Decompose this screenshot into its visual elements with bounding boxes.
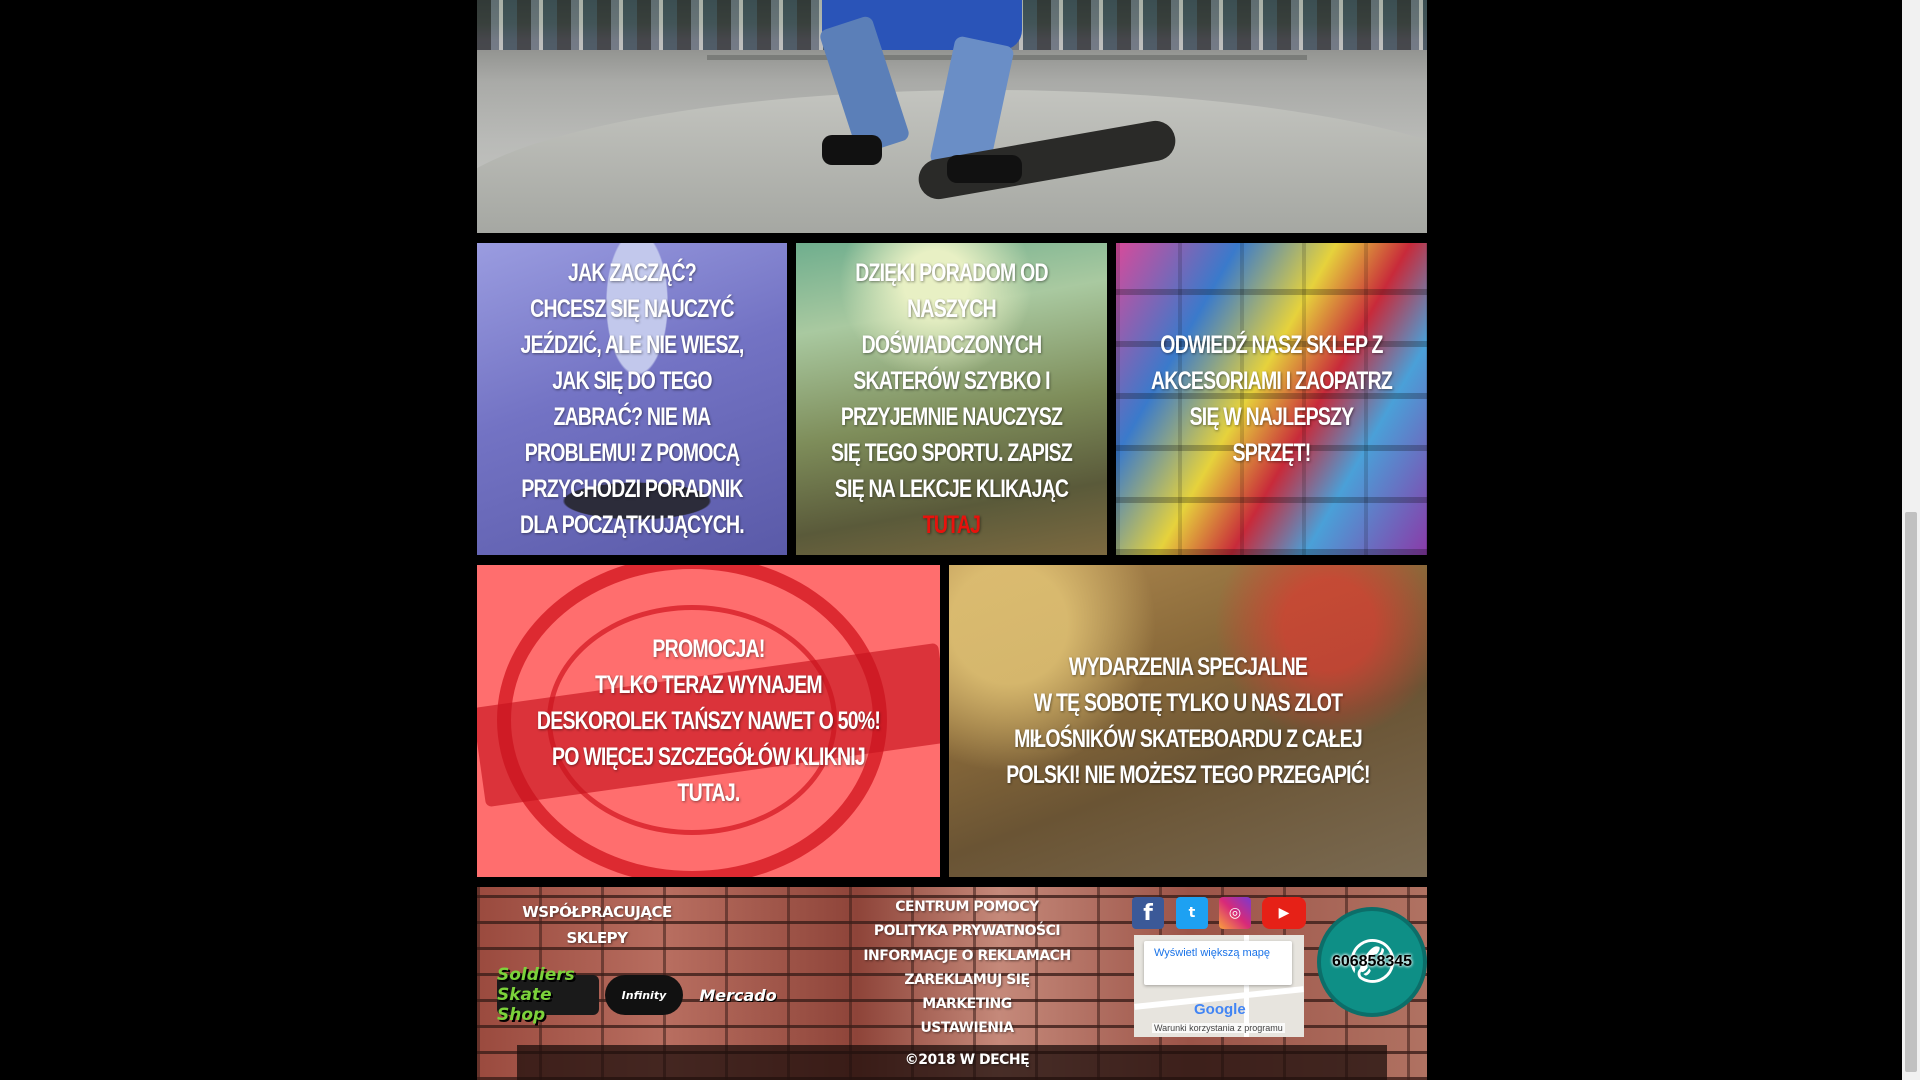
tile-title: JAK ZACZĄĆ? [568, 259, 697, 287]
tile-text: PO WIĘCEJ SZCZEGÓŁÓW KLIKNIJ TUTAJ. [552, 743, 866, 807]
instagram-icon[interactable]: ◎ [1219, 897, 1251, 929]
footer: WSPÓŁPRACUJĄCE SKLEPY Soldiers Skate Sho… [477, 887, 1427, 1080]
google-logo: Google [1194, 1001, 1246, 1018]
footer-link-marketing[interactable]: MARKETING [807, 992, 1127, 1016]
tile-text: DZIĘKI PORADOM OD NASZYCH DOŚWIADCZONYCH… [830, 259, 1073, 503]
phone-call-button[interactable]: ✆ 606858345 [1317, 907, 1427, 1017]
footer-link-advertise[interactable]: ZAREKLAMUJ SIĘ [807, 968, 1127, 992]
footer-link-help-center[interactable]: CENTRUM POMOCY [807, 895, 1127, 919]
partner-logos: Soldiers Skate Shop Infinity Mercado [497, 965, 787, 1025]
youtube-icon[interactable]: ▶ [1262, 897, 1306, 929]
tile-text: W TĘ SOBOTĘ TYLKO U NAS ZLOT MIŁOŚNIKÓW … [1006, 689, 1370, 789]
map-larger-button[interactable]: Wyświetl większą mapę [1144, 941, 1292, 985]
phone-number: 606858345 [1331, 953, 1413, 970]
page-content: JAK ZACZĄĆ? CHCESZ SIĘ NAUCZYĆ JEŹDZIĆ, … [477, 0, 1427, 1080]
twitter-icon[interactable]: t [1176, 897, 1208, 929]
tile-promotion[interactable]: PROMOCJA! TYLKO TERAZ WYNAJEM DESKOROLEK… [477, 565, 940, 877]
hero-skater-image [477, 0, 1427, 233]
tile-shop[interactable]: ODWIEDŹ NASZ SKLEP Z AKCESORIAMI I ZAOPA… [1116, 243, 1427, 555]
tile-text: ODWIEDŹ NASZ SKLEP Z AKCESORIAMI I ZAOPA… [1150, 331, 1393, 467]
tile-text: CHCESZ SIĘ NAUCZYĆ JEŹDZIĆ, ALE NIE WIES… [520, 295, 745, 539]
tile-special-events[interactable]: WYDARZENIA SPECJALNE W TĘ SOBOTĘ TYLKO U… [949, 565, 1427, 877]
tile-title: PROMOCJA! [652, 635, 765, 663]
social-links: f t ◎ ▶ [1132, 897, 1312, 933]
tile-title: WYDARZENIA SPECJALNE [1068, 653, 1308, 681]
map-terms-link[interactable]: Warunki korzystania z programu [1152, 1023, 1285, 1033]
partner-logo-mercado[interactable]: Mercado [689, 975, 787, 1015]
partners-title: WSPÓŁPRACUJĄCE SKLEPY [522, 903, 672, 947]
footer-link-settings[interactable]: USTAWIENIA [807, 1016, 1127, 1040]
footer-link-privacy[interactable]: POLITYKA PRYWATNOŚCI [807, 919, 1127, 943]
partner-logo-soldiers[interactable]: Soldiers Skate Shop [497, 965, 599, 1025]
tile-text: TYLKO TERAZ WYNAJEM DESKOROLEK TAŃSZY NA… [536, 671, 881, 735]
map-widget[interactable]: Wyświetl większą mapę Google Warunki kor… [1134, 935, 1304, 1037]
footer-menu: CENTRUM POMOCY POLITYKA PRYWATNOŚCI INFO… [807, 895, 1127, 1041]
tile-lessons: DZIĘKI PORADOM OD NASZYCH DOŚWIADCZONYCH… [796, 243, 1107, 555]
tile-how-to-start[interactable]: JAK ZACZĄĆ? CHCESZ SIĘ NAUCZYĆ JEŹDZIĆ, … [477, 243, 787, 555]
footer-link-complaints[interactable]: INFORMACJE O REKLAMACH [807, 944, 1127, 968]
lessons-link[interactable]: TUTAJ [923, 511, 981, 539]
page-scrollbar[interactable] [1902, 0, 1920, 1080]
partner-logo-infinity[interactable]: Infinity [604, 975, 684, 1015]
copyright: ©2018 W DECHĘ [904, 1052, 1030, 1068]
facebook-icon[interactable]: f [1132, 897, 1164, 929]
scrollbar-thumb[interactable] [1905, 512, 1917, 1072]
